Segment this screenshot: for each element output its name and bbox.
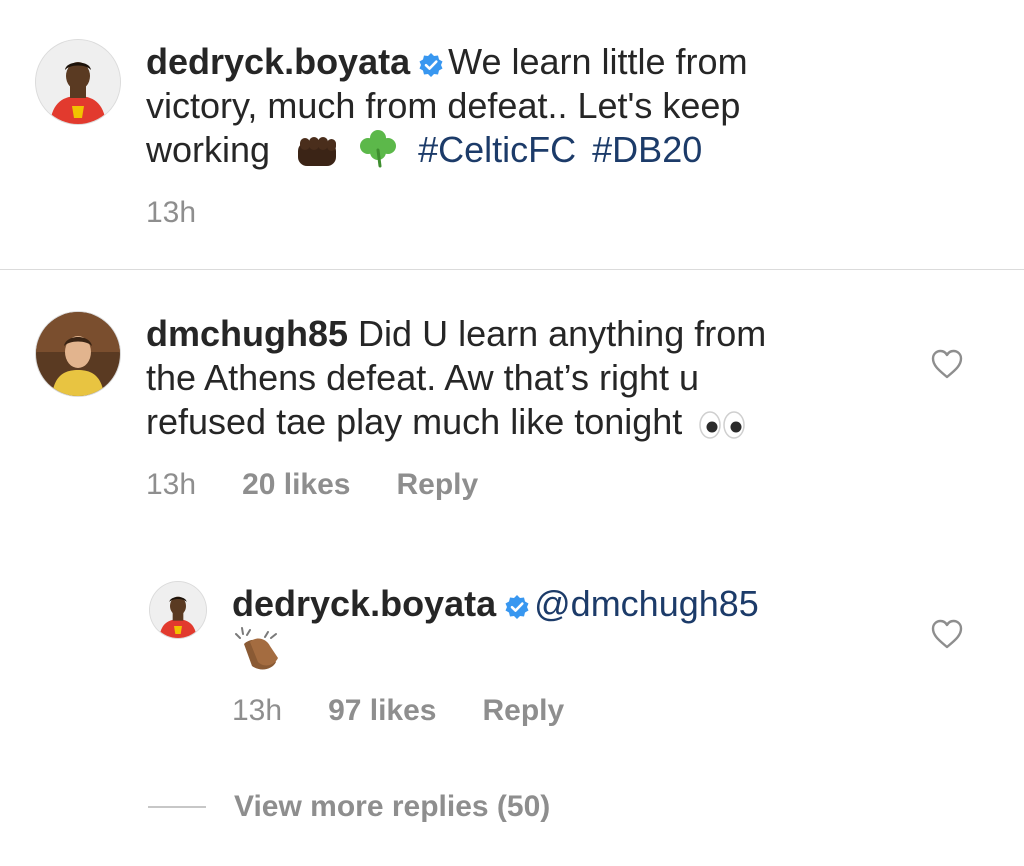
eyes-emoji-icon	[699, 411, 746, 439]
fist-emoji-icon	[298, 137, 337, 166]
view-more-label: View more replies (50)	[234, 790, 551, 823]
reply-line-2	[232, 626, 892, 674]
comment-username[interactable]: dmchugh85	[146, 313, 348, 354]
caption-line-3: working #CelticFC #DB20	[146, 128, 906, 172]
caption-divider	[0, 269, 1024, 270]
view-more-replies-button[interactable]: View more replies (50)	[148, 790, 550, 824]
comment-text-1: Did U learn anything from	[358, 313, 767, 354]
comment-line-1: dmchugh85 Did U learn anything from	[146, 312, 906, 356]
avatar-image	[150, 582, 206, 638]
avatar-image	[36, 40, 120, 124]
caption-line-2: victory, much from defeat.. Let's keep	[146, 85, 741, 126]
commenter-avatar[interactable]	[36, 312, 120, 396]
comment-meta: 13h 20 likes Reply	[146, 468, 524, 502]
clapping-hands-emoji-icon	[235, 627, 278, 670]
comment-text: dmchugh85 Did U learn anything from the …	[146, 312, 906, 444]
reply-mention[interactable]: @dmchugh85	[534, 583, 759, 624]
heart-outline-icon[interactable]	[930, 618, 964, 650]
reply-author-avatar[interactable]	[150, 582, 206, 638]
shamrock-emoji-icon	[360, 130, 397, 168]
reply-line-1: dedryck.boyata @dmchugh85	[232, 582, 892, 626]
reply-likes[interactable]: 97 likes	[328, 694, 436, 728]
heart-outline-icon[interactable]	[930, 348, 964, 380]
caption-text-1: We learn little from	[448, 41, 748, 82]
post-author-avatar[interactable]	[36, 40, 120, 124]
hashtag-celticfc[interactable]: #CelticFC	[418, 129, 576, 170]
comment-line-3: refused tae play much like tonight	[146, 400, 906, 444]
verified-badge-icon	[419, 53, 443, 77]
comment-likes[interactable]: 20 likes	[242, 468, 350, 502]
reply-timestamp: 13h	[232, 694, 283, 727]
hashtag-db20[interactable]: #DB20	[592, 129, 702, 170]
reply-meta: 13h 97 likes Reply	[232, 694, 610, 728]
reply-reply-button[interactable]: Reply	[483, 694, 565, 728]
comment-text-3: refused tae play much like tonight	[146, 401, 683, 442]
post-timestamp: 13h	[146, 196, 197, 229]
reply-text: dedryck.boyata @dmchugh85	[232, 582, 892, 674]
comment-reply-button[interactable]: Reply	[397, 468, 479, 502]
comment-timestamp: 13h	[146, 468, 197, 501]
post-username[interactable]: dedryck.boyata	[146, 41, 410, 82]
comment-line-2: the Athens defeat. Aw that’s right u	[146, 357, 700, 398]
post-caption: dedryck.boyata We learn little from vict…	[146, 40, 906, 172]
verified-badge-icon	[505, 595, 529, 619]
caption-line-1: dedryck.boyata We learn little from	[146, 40, 906, 84]
reply-username[interactable]: dedryck.boyata	[232, 583, 496, 624]
post-meta: 13h	[146, 196, 242, 230]
avatar-image	[36, 312, 120, 396]
view-more-line	[148, 806, 206, 808]
caption-text-3: working	[146, 129, 271, 170]
